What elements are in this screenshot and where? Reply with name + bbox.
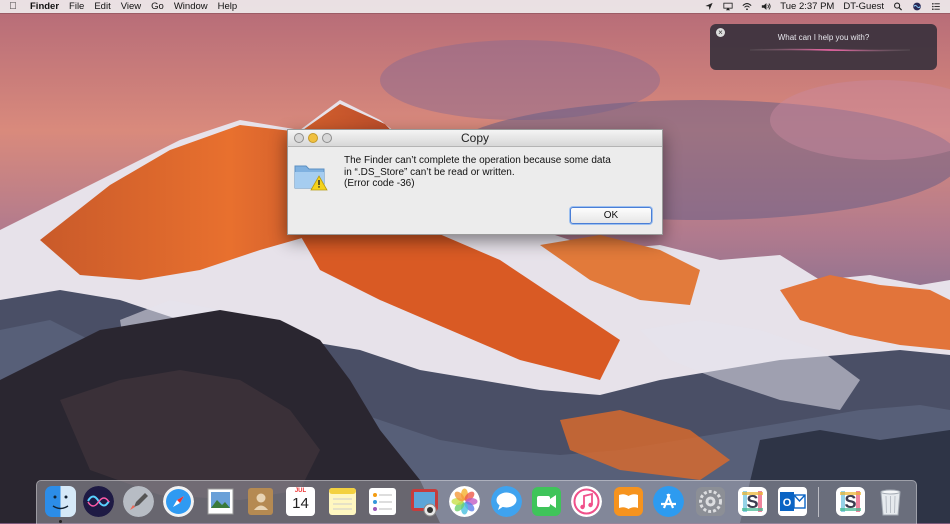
- system-preferences-icon[interactable]: [695, 486, 726, 517]
- messages-icon[interactable]: [491, 486, 522, 517]
- wifi-icon[interactable]: [742, 2, 752, 11]
- svg-text:O: O: [783, 497, 792, 509]
- ibooks-icon[interactable]: [613, 486, 644, 517]
- menu-edit[interactable]: Edit: [92, 1, 118, 12]
- folder-warning-icon: [294, 165, 328, 191]
- copy-error-dialog: Copy The Finder can’t complete the opera…: [287, 129, 663, 235]
- dock-separator: [818, 487, 819, 517]
- notification-center-icon[interactable]: [931, 2, 941, 11]
- contacts-icon[interactable]: [245, 486, 276, 517]
- siri-waveform: [750, 48, 910, 52]
- facetime-icon[interactable]: [531, 486, 562, 517]
- user-name[interactable]: DT-Guest: [843, 1, 884, 12]
- calendar-day: 14: [292, 495, 309, 512]
- siri-panel: × What can I help you with?: [710, 24, 937, 70]
- menu-bar:  Finder File Edit View Go Window Help T…: [0, 0, 950, 13]
- dialog-title: Copy: [460, 131, 489, 145]
- dialog-titlebar[interactable]: Copy: [288, 130, 662, 147]
- menu-file[interactable]: File: [67, 1, 92, 12]
- siri-icon[interactable]: [83, 486, 114, 517]
- siri-icon[interactable]: [912, 2, 922, 11]
- trash-icon[interactable]: [875, 486, 906, 517]
- menu-finder[interactable]: Finder: [26, 1, 67, 12]
- dialog-message: The Finder can’t complete the operation …: [344, 155, 654, 190]
- status-area: Tue 2:37 PM DT-Guest: [704, 0, 950, 13]
- desktop-wallpaper: [0, 0, 950, 523]
- dock: JUL 14 S O S: [36, 480, 917, 524]
- menu-go[interactable]: Go: [149, 1, 172, 12]
- photo-booth-icon[interactable]: [409, 486, 440, 517]
- airplay-icon[interactable]: [723, 2, 733, 11]
- menu-window[interactable]: Window: [172, 1, 216, 12]
- error-code: (Error code -36): [344, 178, 415, 189]
- itunes-icon[interactable]: [571, 486, 602, 517]
- message-line: The Finder can’t complete the operation …: [344, 155, 611, 166]
- finder-icon[interactable]: [45, 486, 76, 517]
- menu-view[interactable]: View: [119, 1, 149, 12]
- calendar-month: JUL: [294, 488, 307, 494]
- reminders-icon[interactable]: [367, 486, 398, 517]
- safari-icon[interactable]: [163, 486, 194, 517]
- outlook-icon[interactable]: O: [777, 486, 808, 517]
- spotlight-icon[interactable]: [893, 2, 903, 11]
- siri-prompt: What can I help you with?: [777, 33, 870, 42]
- message-line: in “.DS_Store” can’t be read or written.: [344, 166, 515, 178]
- notes-icon[interactable]: [327, 486, 358, 517]
- clock[interactable]: Tue 2:37 PM: [780, 1, 834, 12]
- ok-button[interactable]: OK: [570, 207, 652, 224]
- calendar-icon[interactable]: JUL 14: [285, 486, 316, 517]
- launchpad-icon[interactable]: [123, 486, 154, 517]
- volume-icon[interactable]: [761, 2, 771, 11]
- menu-help[interactable]: Help: [216, 1, 246, 12]
- location-icon[interactable]: [704, 2, 714, 11]
- slack-icon[interactable]: S: [835, 486, 866, 517]
- slack-icon[interactable]: S: [737, 486, 768, 517]
- photos-icon[interactable]: [449, 486, 480, 517]
- preview-icon[interactable]: [205, 486, 236, 517]
- app-store-icon[interactable]: [653, 486, 684, 517]
- apple-logo-icon[interactable]: : [0, 1, 26, 12]
